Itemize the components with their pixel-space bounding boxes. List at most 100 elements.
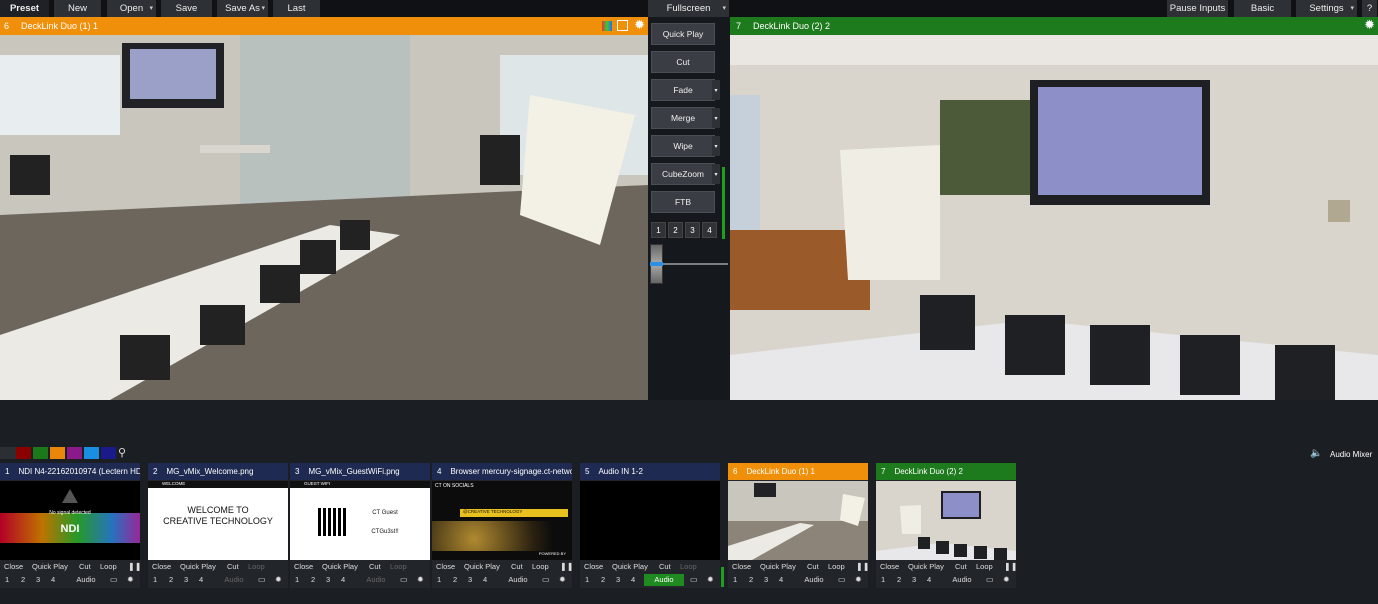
- monitor-icon[interactable]: ▭: [110, 575, 118, 584]
- monitor-icon[interactable]: ▭: [400, 575, 408, 584]
- ftb-button[interactable]: FTB: [651, 191, 715, 213]
- help-button[interactable]: ?: [1362, 0, 1378, 17]
- overlay-3-button[interactable]: 3: [764, 575, 768, 584]
- overlay-1-button[interactable]: 1: [585, 575, 589, 584]
- fullscreen-button[interactable]: Fullscreen: [648, 0, 730, 17]
- audio-button[interactable]: Audio: [358, 575, 394, 584]
- gear-icon[interactable]: ✹: [634, 17, 645, 33]
- close-button[interactable]: Close: [4, 562, 23, 571]
- monitor-icon[interactable]: ▭: [542, 575, 550, 584]
- overlay-4-button[interactable]: 4: [631, 575, 635, 584]
- monitor-icon[interactable]: ▭: [690, 575, 698, 584]
- wipe-dropdown-icon[interactable]: ▾: [712, 136, 720, 156]
- overlay-2-button[interactable]: 2: [453, 575, 457, 584]
- transition-1-button[interactable]: 1: [651, 222, 666, 238]
- quick-play-button[interactable]: Quick Play: [908, 562, 944, 571]
- gear-icon[interactable]: ✹: [1364, 17, 1375, 33]
- pause-icon[interactable]: ❚❚: [560, 562, 573, 571]
- input-1[interactable]: 1 NDI N4-22162010974 (Lectern HDMI) No si…: [0, 463, 141, 588]
- input-header[interactable]: 2 MG_vMix_Welcome.png: [148, 463, 288, 480]
- overlay-2-button[interactable]: 2: [21, 575, 25, 584]
- quick-play-button[interactable]: Quick Play: [32, 562, 68, 571]
- close-button[interactable]: Close: [584, 562, 603, 571]
- color-none-swatch[interactable]: [0, 447, 16, 459]
- overlay-4-button[interactable]: 4: [927, 575, 931, 584]
- loop-button[interactable]: Loop: [532, 562, 549, 571]
- cut-button[interactable]: Cut: [79, 562, 91, 571]
- overlay-1-button[interactable]: 1: [295, 575, 299, 584]
- audio-button[interactable]: Audio: [500, 575, 536, 584]
- quick-play-button[interactable]: Quick Play: [612, 562, 648, 571]
- close-button[interactable]: Close: [880, 562, 899, 571]
- input-header[interactable]: 7 DeckLink Duo (2) 2: [876, 463, 1016, 480]
- color-grid-icon[interactable]: [602, 21, 612, 31]
- color-green-swatch[interactable]: [33, 447, 48, 459]
- overlay-1-button[interactable]: 1: [733, 575, 737, 584]
- t-bar-track[interactable]: [654, 263, 728, 265]
- input-thumbnail[interactable]: WELCOME WELCOME TO CREATIVE TECHNOLOGY: [148, 481, 288, 560]
- save-button[interactable]: Save: [161, 0, 213, 17]
- close-button[interactable]: Close: [294, 562, 313, 571]
- color-navy-swatch[interactable]: [101, 447, 116, 459]
- loop-button[interactable]: Loop: [390, 562, 407, 571]
- close-button[interactable]: Close: [152, 562, 171, 571]
- gear-icon[interactable]: ✹: [127, 575, 134, 584]
- audio-button[interactable]: Audio: [644, 574, 684, 586]
- audio-button[interactable]: Audio: [796, 575, 832, 584]
- pause-icon[interactable]: ❚❚: [1004, 562, 1017, 571]
- input-header[interactable]: 4 Browser mercury-signage.ct-network: [432, 463, 572, 480]
- gear-icon[interactable]: ✹: [417, 575, 424, 584]
- cut-button[interactable]: Cut: [955, 562, 967, 571]
- input-3[interactable]: 3 MG_vMix_GuestWiFi.png GUEST WIFI CT Gue…: [290, 463, 430, 588]
- loop-button[interactable]: Loop: [248, 562, 265, 571]
- overlay-3-button[interactable]: 3: [468, 575, 472, 584]
- merge-dropdown-icon[interactable]: ▾: [712, 108, 720, 128]
- transition-3-button[interactable]: 3: [685, 222, 700, 238]
- input-2[interactable]: 2 MG_vMix_Welcome.png WELCOME WELCOME TO …: [148, 463, 288, 588]
- input-header[interactable]: 5 Audio IN 1-2: [580, 463, 720, 480]
- fade-button[interactable]: Fade ▾: [651, 79, 720, 101]
- input-6[interactable]: 6 DeckLink Duo (1) 1 Close Quick Play Cut…: [728, 463, 869, 588]
- merge-button[interactable]: Merge ▾: [651, 107, 720, 129]
- gear-icon[interactable]: ✹: [1003, 575, 1010, 584]
- monitor-icon[interactable]: ▭: [838, 575, 846, 584]
- search-icon[interactable]: ⚲: [118, 446, 126, 459]
- input-thumbnail[interactable]: GUEST WIFI CT Guest CTGu3st!!: [290, 481, 430, 560]
- input-thumbnail[interactable]: [728, 481, 868, 560]
- cut-button[interactable]: Cut: [227, 562, 239, 571]
- quick-play-button[interactable]: Quick Play: [760, 562, 796, 571]
- input-header[interactable]: 6 DeckLink Duo (1) 1: [728, 463, 868, 480]
- cubezoom-button[interactable]: CubeZoom ▾: [651, 163, 720, 185]
- gear-icon[interactable]: ✹: [855, 575, 862, 584]
- transition-4-button[interactable]: 4: [702, 222, 717, 238]
- quick-play-button[interactable]: Quick Play: [180, 562, 216, 571]
- overlay-4-button[interactable]: 4: [51, 575, 55, 584]
- loop-button[interactable]: Loop: [976, 562, 993, 571]
- quick-play-button[interactable]: Quick Play: [464, 562, 500, 571]
- overlay-2-button[interactable]: 2: [749, 575, 753, 584]
- input-5[interactable]: 5 Audio IN 1-2 Close Quick Play Cut Loop …: [580, 463, 724, 588]
- gear-icon[interactable]: ✹: [559, 575, 566, 584]
- pause-icon[interactable]: ❚❚: [856, 562, 869, 571]
- cut-button[interactable]: Cut: [659, 562, 671, 571]
- overlay-4-button[interactable]: 4: [199, 575, 203, 584]
- input-4[interactable]: 4 Browser mercury-signage.ct-network CT O…: [432, 463, 573, 588]
- cut-button[interactable]: Cut: [369, 562, 381, 571]
- input-header[interactable]: 1 NDI N4-22162010974 (Lectern HDMI): [0, 463, 140, 480]
- audio-mixer-label[interactable]: Audio Mixer: [1330, 450, 1372, 459]
- speaker-icon[interactable]: 🔈: [1310, 448, 1322, 459]
- overlay-1-button[interactable]: 1: [437, 575, 441, 584]
- input-thumbnail[interactable]: [580, 481, 720, 560]
- overlay-3-button[interactable]: 3: [616, 575, 620, 584]
- overlay-3-button[interactable]: 3: [36, 575, 40, 584]
- overlay-4-button[interactable]: 4: [779, 575, 783, 584]
- overlay-1-button[interactable]: 1: [153, 575, 157, 584]
- overlay-3-button[interactable]: 3: [326, 575, 330, 584]
- cut-button[interactable]: Cut: [511, 562, 523, 571]
- fade-dropdown-icon[interactable]: ▾: [712, 80, 720, 100]
- input-7[interactable]: 7 DeckLink Duo (2) 2 Close Quick Play Cut…: [876, 463, 1017, 588]
- last-button[interactable]: Last: [273, 0, 321, 17]
- close-button[interactable]: Close: [436, 562, 455, 571]
- overlay-4-button[interactable]: 4: [341, 575, 345, 584]
- audio-button[interactable]: Audio: [68, 575, 104, 584]
